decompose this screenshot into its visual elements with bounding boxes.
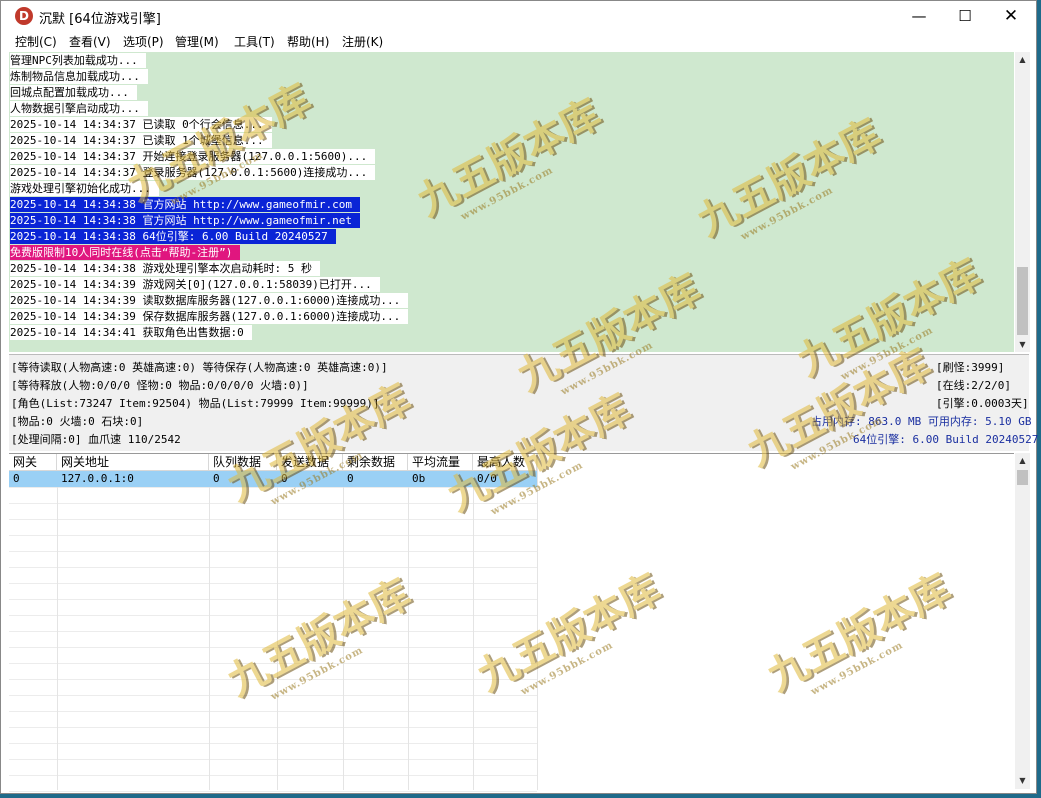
log-line: 免费版限制10人同时在线(点击“帮助-注册”): [10, 245, 241, 260]
menu-bar: 控制(C) 查看(V) 选项(P) 管理(M) 工具(T) 帮助(H) 注册(K…: [1, 31, 1036, 51]
column-header[interactable]: 网关: [9, 454, 57, 471]
menu-manage[interactable]: 管理(M): [175, 33, 219, 50]
app-logo-icon: D: [15, 7, 33, 25]
menu-view[interactable]: 查看(V): [69, 33, 111, 50]
scroll-down-icon[interactable]: ▼: [1015, 337, 1030, 352]
title-bar[interactable]: D 沉默 [64位游戏引擎] — ☐ ✕: [1, 1, 1036, 31]
status-items: [物品:0 火墙:0 石块:0]: [11, 415, 144, 428]
menu-help[interactable]: 帮助(H): [287, 33, 329, 50]
table-cell[interactable]: 0: [343, 471, 408, 487]
status-online: [在线:2/2/0]: [936, 379, 1011, 392]
log-line: 2025-10-14 14:34:38 64位引擎: 6.00 Build 20…: [10, 229, 336, 244]
menu-control[interactable]: 控制(C): [15, 33, 57, 50]
table-scroll-thumb[interactable]: [1017, 470, 1028, 485]
scroll-up-icon[interactable]: ▲: [1015, 52, 1030, 67]
grid-line: [9, 791, 537, 792]
status-engine-uptime: [引擎:0.0003天]: [936, 397, 1029, 410]
table-cell[interactable]: 0: [9, 471, 57, 487]
grid-column: [9, 454, 58, 790]
column-header[interactable]: 网关地址: [57, 454, 209, 471]
status-monster-refresh: [刷怪:3999]: [936, 361, 1005, 374]
table-scroll-down-icon[interactable]: ▼: [1015, 773, 1030, 788]
status-wait-release: [等待释放(人物:0/0/0 怪物:0 物品:0/0/0/0 火墙:0)]: [11, 379, 309, 392]
menu-options[interactable]: 选项(P): [123, 33, 164, 50]
status-interval: [处理间隔:0] 血爪速 110/2542: [11, 433, 181, 446]
log-line: 2025-10-14 14:34:39 保存数据库服务器(127.0.0.1:6…: [10, 309, 409, 324]
grid-column: [57, 454, 210, 790]
close-button[interactable]: ✕: [988, 1, 1034, 31]
table-scrollbar[interactable]: ▲ ▼: [1015, 453, 1030, 789]
log-line: 炼制物品信息加载成功...: [10, 69, 148, 84]
log-line: 2025-10-14 14:34:39 游戏网关[0](127.0.0.1:58…: [10, 277, 380, 292]
status-wait-read: [等待读取(人物高速:0 英雄高速:0) 等待保存(人物高速:0 英雄高速:0)…: [11, 361, 388, 374]
log-line: 2025-10-14 14:34:38 游戏处理引擎本次启动耗时: 5 秒: [10, 261, 320, 276]
log-scrollbar[interactable]: ▲ ▼: [1015, 52, 1030, 352]
menu-tools[interactable]: 工具(T): [234, 33, 275, 50]
status-engine-version: 64位引擎: 6.00 Build 20240527: [853, 433, 1039, 446]
window-title: 沉默 [64位游戏引擎]: [39, 12, 161, 27]
minimize-button[interactable]: —: [896, 1, 942, 31]
log-line: 2025-10-14 14:34:41 获取角色出售数据:0: [10, 325, 252, 340]
table-scroll-up-icon[interactable]: ▲: [1015, 453, 1030, 468]
scroll-thumb[interactable]: [1017, 267, 1028, 335]
log-line: 2025-10-14 14:34:39 读取数据库服务器(127.0.0.1:6…: [10, 293, 409, 308]
log-line: 管理NPC列表加载成功...: [10, 53, 146, 68]
menu-register[interactable]: 注册(K): [342, 33, 383, 50]
log-line: 人物数据引擎启动成功...: [10, 101, 148, 116]
log-line: 回城点配置加载成功...: [10, 85, 137, 100]
maximize-button[interactable]: ☐: [942, 1, 988, 31]
log-line: 2025-10-14 14:34:38 官方网站 http://www.game…: [10, 213, 361, 228]
table-cell[interactable]: 127.0.0.1:0: [57, 471, 209, 487]
